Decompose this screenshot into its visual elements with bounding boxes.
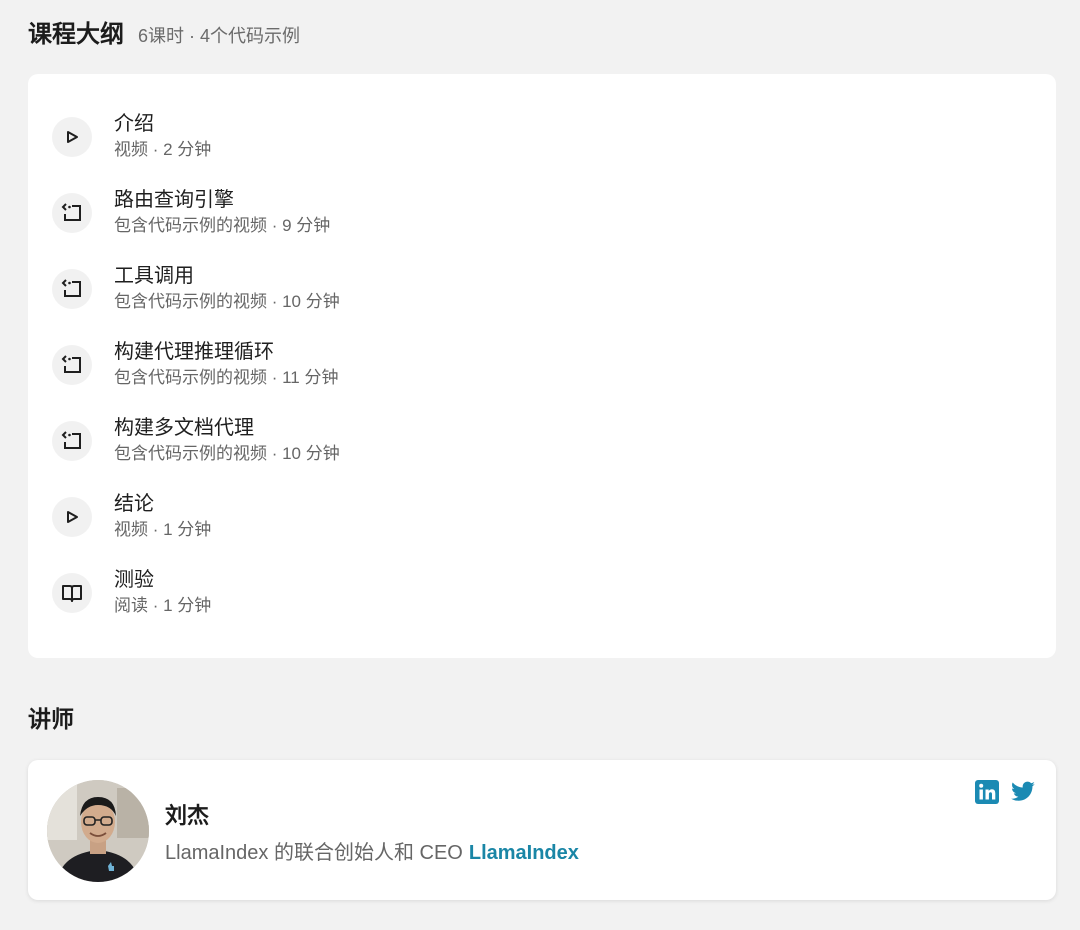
lesson-item[interactable]: 测验 阅读 · 1 分钟 (52, 568, 211, 617)
section-summary: 6课时 · 4个代码示例 (138, 26, 301, 46)
lesson-meta: 视频 · 1 分钟 (114, 520, 212, 539)
lesson-item[interactable]: 构建多文档代理 包含代码示例的视频 · 10 分钟 (52, 416, 340, 465)
code-icon (52, 420, 92, 461)
lesson-list: 介绍 视频 · 2 分钟 路由查询引擎 包含代码示例的视频 · 9 分钟 工具调… (28, 74, 1056, 658)
twitter-icon[interactable] (1010, 779, 1036, 810)
instructor-role: LlamaIndex 的联合创始人和 CEO LlamaIndex (165, 836, 579, 865)
play-icon (52, 116, 92, 157)
code-icon (52, 268, 92, 309)
lesson-meta: 包含代码示例的视频 · 10 分钟 (114, 292, 340, 311)
lesson-title: 构建代理推理循环 (114, 341, 274, 363)
instructors-title: 讲师 (28, 706, 74, 732)
section-title: 课程大纲 (28, 21, 124, 48)
lesson-item[interactable]: 路由查询引擎 包含代码示例的视频 · 9 分钟 (52, 188, 330, 237)
book-icon (52, 572, 92, 613)
course-outline-header: 课程大纲 6课时 · 4个代码示例 (28, 14, 300, 49)
play-icon (52, 496, 92, 537)
instructor-card: 刘杰 LlamaIndex 的联合创始人和 CEO LlamaIndex (28, 760, 1056, 900)
lesson-title: 路由查询引擎 (114, 189, 234, 211)
instructor-name: 刘杰 (165, 803, 210, 828)
lesson-meta: 包含代码示例的视频 · 9 分钟 (114, 216, 331, 235)
lesson-item[interactable]: 结论 视频 · 1 分钟 (52, 492, 211, 541)
linkedin-icon[interactable] (974, 779, 1000, 810)
lesson-title: 测验 (114, 569, 154, 591)
company-link[interactable]: LlamaIndex (469, 842, 579, 864)
social-links (974, 779, 1036, 810)
avatar (47, 780, 149, 882)
lesson-meta: 包含代码示例的视频 · 10 分钟 (114, 444, 340, 463)
instructor-role-text: LlamaIndex 的联合创始人和 CEO (165, 842, 463, 864)
lesson-item[interactable]: 介绍 视频 · 2 分钟 (52, 112, 211, 161)
lesson-title: 工具调用 (114, 265, 194, 287)
lesson-title: 结论 (114, 493, 154, 515)
code-icon (52, 192, 92, 233)
lesson-item[interactable]: 构建代理推理循环 包含代码示例的视频 · 11 分钟 (52, 340, 338, 389)
lesson-meta: 视频 · 2 分钟 (114, 140, 212, 159)
lesson-meta: 包含代码示例的视频 · 11 分钟 (114, 368, 339, 387)
lesson-title: 介绍 (114, 113, 154, 135)
lesson-item[interactable]: 工具调用 包含代码示例的视频 · 10 分钟 (52, 264, 340, 313)
lesson-meta: 阅读 · 1 分钟 (114, 596, 212, 615)
lesson-title: 构建多文档代理 (114, 417, 254, 439)
code-icon (52, 344, 92, 385)
